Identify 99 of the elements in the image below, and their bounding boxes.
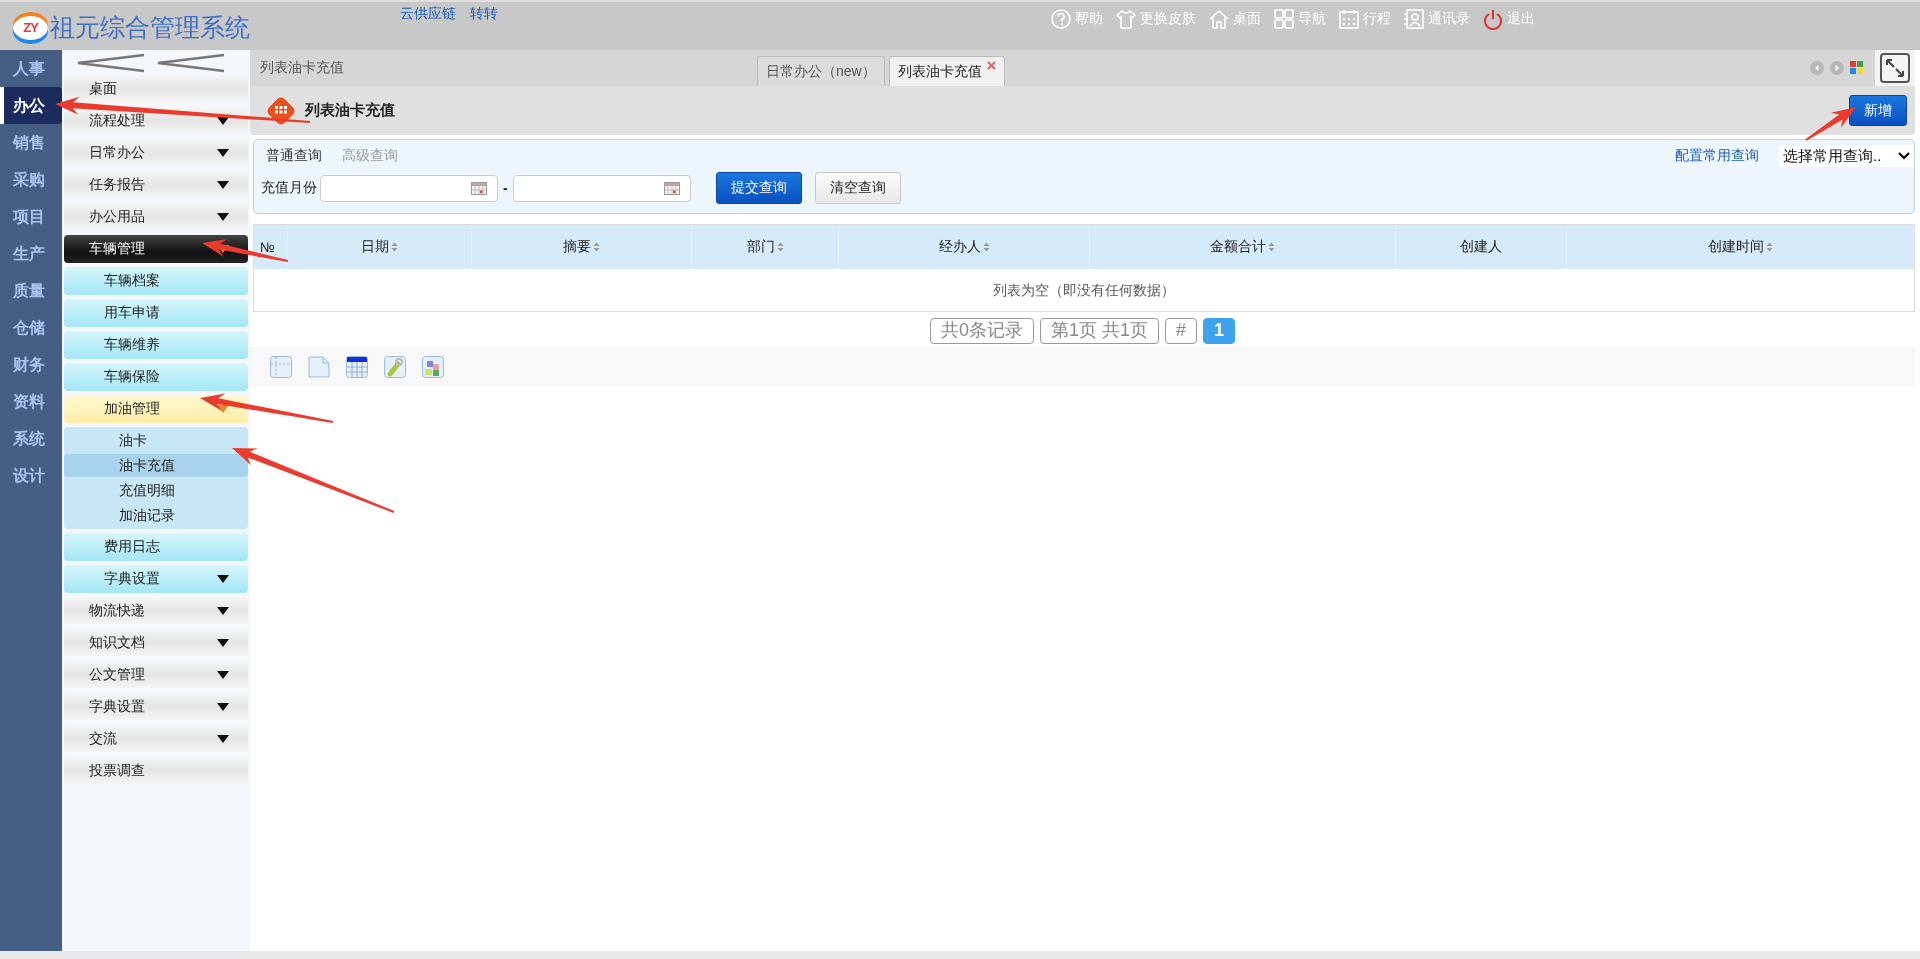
layout-icon[interactable] [270,356,292,378]
caret-icon [216,180,230,190]
nav-item[interactable]: 质量 [0,272,62,309]
breadcrumb: 列表油卡充值 [259,59,345,77]
document-icon[interactable] [308,356,330,378]
sidebar-item[interactable]: 办公用品 [64,203,248,231]
nav-item[interactable]: 生产 [0,235,62,272]
date-field[interactable] [512,174,691,202]
nav-item[interactable]: 系统 [0,420,62,457]
sidebar-item[interactable]: 用车申请 [64,299,248,327]
page-info: 第1页 共1页 [1039,318,1159,344]
sidebar-item[interactable]: 费用日志 [64,533,248,561]
tab[interactable]: 日常办公（new） [757,56,885,86]
grid-icon [1273,8,1295,30]
caret-icon [216,606,230,616]
sidebar-item[interactable]: 车辆管理 [64,235,248,263]
sidebar-item[interactable]: 公文管理 [64,661,248,689]
caret-icon [216,670,230,680]
sidebar-item[interactable]: 车辆维养 [64,331,248,359]
chevron-icon [1898,152,1910,160]
nav-item[interactable]: 办公 [0,87,62,124]
field-label: 充值月份 [261,179,317,197]
sidebar-item[interactable]: 车辆档案 [64,267,248,295]
date-field[interactable] [320,174,498,202]
clear-button[interactable]: 清空查询 [814,172,901,204]
calendar-icon [471,181,487,195]
sort-icon [391,242,398,252]
caret-icon [216,574,230,584]
sidebar-item[interactable]: 字典设置 [64,565,248,593]
sidebar-item[interactable]: 加油管理 [64,395,248,423]
sort-icon [593,242,600,252]
sidebar-item[interactable]: 投票调查 [64,757,248,785]
nav-item[interactable]: 销售 [0,124,62,161]
nav-item[interactable]: 仓储 [0,309,62,346]
saved-query-select[interactable]: 选择常用查询.. [1779,145,1914,167]
caret-icon [216,734,230,744]
config-link[interactable]: 配置常用查询 [1675,147,1759,165]
nav-item[interactable]: 财务 [0,346,62,383]
contact-card-icon [1403,8,1425,30]
sidebar-item[interactable]: 物流快递 [64,597,248,625]
query-mode-tab[interactable]: 普通查询 [266,147,322,165]
add-button[interactable]: 新增 [1849,95,1907,126]
column-header[interactable]: 日期 [288,225,472,269]
nav-item[interactable]: 采购 [0,161,62,198]
logo-icon: ZY [13,11,48,44]
caret-icon [216,638,230,648]
close-icon[interactable] [986,61,996,70]
sidebar-item[interactable]: 任务报告 [64,171,248,199]
empty-message: 列表为空（即没有任何数据） [992,281,1176,300]
tile-icon[interactable] [1850,61,1863,74]
column-header[interactable]: 创建人 [1396,225,1567,269]
nav-item[interactable]: 项目 [0,198,62,235]
wrench-icon[interactable] [384,356,406,378]
caret-icon [216,212,230,222]
scroll-right-icon[interactable] [1830,61,1844,75]
column-header[interactable]: 金额合计 [1090,225,1396,269]
calendar-icon [1338,8,1360,30]
fullscreen-icon[interactable] [1880,53,1910,83]
sort-icon [982,242,990,252]
scroll-left-icon[interactable] [1810,61,1824,75]
header-link[interactable]: 转转 [470,5,498,23]
sidebar-item[interactable]: 油卡 [64,429,248,452]
nav-item[interactable]: 资料 [0,383,62,420]
column-header[interactable]: 创建时间 [1567,225,1914,269]
page-jump-button[interactable]: # [1165,318,1197,344]
tab[interactable]: 列表油卡充值 [888,56,1005,86]
sidebar-item[interactable]: 桌面 [64,75,248,103]
annotation-arrow [1805,107,1856,141]
submit-button[interactable]: 提交查询 [715,172,802,204]
sort-icon [1765,242,1773,252]
column-header[interactable]: 摘要 [472,225,692,269]
home-icon [1208,8,1230,30]
sidebar-item[interactable]: 油卡充值 [64,454,248,477]
nav-item[interactable]: 设计 [0,457,62,494]
app-title: 祖元综合管理系统 [50,12,250,43]
column-header[interactable]: 经办人 [839,225,1090,269]
sort-icon [1268,242,1275,252]
sidebar-item[interactable]: 车辆保险 [64,363,248,391]
nav-item[interactable]: 人事 [0,50,62,87]
sort-icon [776,242,784,252]
sidebar-item[interactable]: 字典设置 [64,693,248,721]
record-count: 共0条记录 [929,318,1034,344]
header-link[interactable]: 云供应链 [400,5,456,23]
range-separator: - [503,180,508,196]
shirt-icon [1115,8,1137,30]
help-icon [1050,8,1072,30]
table-icon[interactable] [346,356,368,378]
caret-icon [216,148,230,158]
column-header[interactable]: 部门 [692,225,839,269]
sidebar-item[interactable]: 充值明细 [64,479,248,502]
puzzle-icon[interactable] [422,356,444,378]
calendar-icon [663,181,680,195]
power-icon [1482,8,1504,30]
caret-icon [216,702,230,712]
sidebar-item[interactable]: 加油记录 [64,504,248,527]
sidebar-item[interactable]: 日常办公 [64,139,248,167]
page-title: 列表油卡充值 [305,101,395,120]
sidebar-item[interactable]: 交流 [64,725,248,753]
sidebar-item[interactable]: 知识文档 [64,629,248,657]
